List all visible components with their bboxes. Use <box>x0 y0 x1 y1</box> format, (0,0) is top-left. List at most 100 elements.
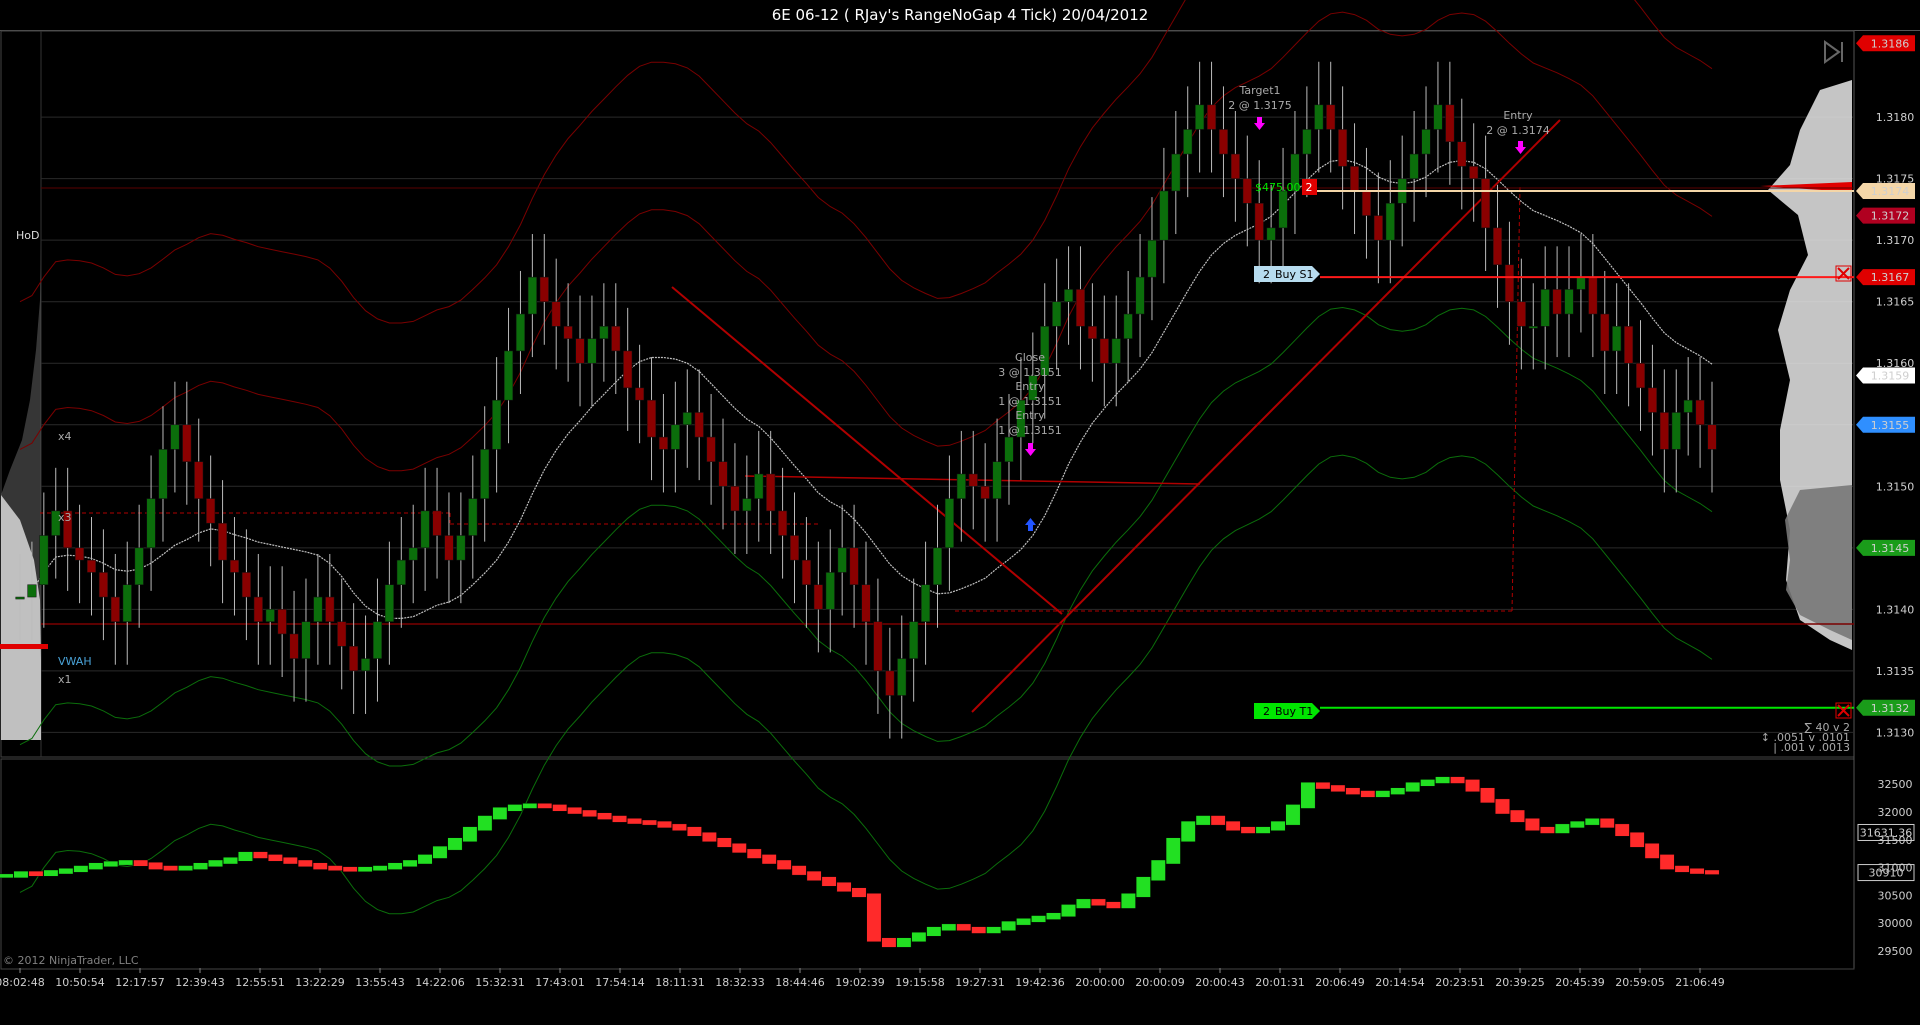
hod-label: HoD <box>16 229 39 242</box>
indicator-bar <box>297 859 313 867</box>
indicator-bar <box>746 848 762 859</box>
candle-body <box>86 559 97 573</box>
candle-body <box>575 338 585 364</box>
candle-body <box>980 486 990 499</box>
trendline-up[interactable] <box>971 119 1561 713</box>
close-icon <box>1837 704 1850 717</box>
indicator-bar <box>1510 809 1525 823</box>
x-tick-label: 19:27:31 <box>955 976 1004 989</box>
indicator-bar <box>672 823 687 831</box>
candle-body <box>194 461 204 499</box>
x-tick-label: 20:01:31 <box>1255 976 1304 989</box>
pnl-label: $475.00 <box>1255 181 1301 194</box>
indicator-bar <box>1165 837 1181 865</box>
indicator-bar <box>1420 779 1436 787</box>
indicator-bar <box>657 820 672 829</box>
indicator-bar <box>372 865 388 871</box>
upper-band <box>19 11 1713 472</box>
trendline-down[interactable] <box>671 286 1063 615</box>
candle-body <box>1528 326 1538 329</box>
buy-t1-label: Buy T1 <box>1275 705 1313 718</box>
x-tick-label: 15:32:31 <box>475 976 524 989</box>
x-tick-label: 18:44:46 <box>775 976 824 989</box>
candle-body <box>1242 178 1252 204</box>
close-title: Close <box>1015 351 1045 364</box>
indicator-bar <box>282 857 298 865</box>
candle-body <box>1433 104 1443 130</box>
indicator-bar <box>507 804 523 812</box>
indicator-bar <box>1360 790 1376 798</box>
candle-body <box>909 621 919 659</box>
indicator-bar <box>148 862 164 870</box>
candle-body <box>1135 276 1145 315</box>
x-tick-label: 20:00:00 <box>1075 976 1124 989</box>
candle-body <box>1087 326 1097 339</box>
candle-body <box>253 596 263 622</box>
indicator-bar <box>13 870 29 879</box>
chart-canvas[interactable]: 1.3130 1.3135 1.3140 1.3145 1.3150 1.3155 1.31… <box>0 0 1920 1024</box>
indicator-bar <box>1031 915 1046 923</box>
candle-body <box>1445 104 1455 142</box>
candle-body <box>611 326 621 352</box>
candle-body <box>670 424 680 450</box>
candle-body <box>1099 338 1109 364</box>
price-marker-label: 1.3167 <box>1871 271 1910 284</box>
stats-line-3: | .001 v .0013 <box>1773 741 1850 754</box>
candle-body <box>39 535 49 585</box>
indicator-bar <box>133 859 149 867</box>
candle-body <box>1707 424 1717 450</box>
candle-body <box>1195 104 1205 130</box>
candle-body <box>742 498 752 512</box>
indicator-bar <box>208 859 223 867</box>
entry2-title: Entry <box>1015 409 1045 422</box>
indicator-bar <box>1091 898 1106 906</box>
candle-body <box>1588 276 1598 315</box>
target-detail: 2 @ 1.3175 <box>1228 99 1291 112</box>
candle-body <box>1302 129 1312 155</box>
x-tick-label: 13:55:43 <box>355 976 404 989</box>
indicator-bar <box>761 854 777 865</box>
indicator-tick-label: 29500 <box>1878 945 1913 958</box>
candle-body <box>1278 190 1288 229</box>
x1-label: x1 <box>58 673 72 686</box>
indicator-bar <box>223 857 238 865</box>
indicator-bar <box>1016 918 1031 926</box>
candle-body <box>27 584 37 598</box>
x3-label: x3 <box>58 511 72 524</box>
indicator-bar <box>986 926 1002 934</box>
indicator-bar <box>1480 787 1495 804</box>
candle-body <box>444 535 454 561</box>
indicator-bar <box>357 866 373 872</box>
indicator-bar <box>1345 787 1361 795</box>
price-marker-label: 1.3186 <box>1871 37 1910 50</box>
order-lines <box>1317 189 1854 709</box>
indicator-bar <box>1001 920 1017 931</box>
indicator-bar <box>731 843 747 854</box>
candle-body <box>1695 399 1705 426</box>
y-tick-label: 1.3180 <box>1876 111 1915 124</box>
candle-body <box>1683 399 1693 413</box>
candle-body <box>515 313 525 352</box>
candle-body <box>1612 326 1622 352</box>
candle-body <box>420 510 430 549</box>
entry1-detail: 1 @ 1.3151 <box>998 395 1061 408</box>
indicator-bar <box>238 851 253 862</box>
candle-body <box>885 670 895 696</box>
candle-body <box>1254 203 1264 241</box>
candle-body <box>1064 289 1074 302</box>
candle-body <box>110 596 120 622</box>
candle-body <box>849 547 859 585</box>
candle-body <box>265 609 275 622</box>
vwap-marker <box>0 644 48 649</box>
lower-band-2 <box>19 454 1713 915</box>
indicator-bar <box>806 870 822 881</box>
candle-body <box>718 461 728 487</box>
candle-body <box>801 559 811 585</box>
indicator-bar <box>477 815 493 831</box>
indicator-bar <box>1659 854 1675 870</box>
candle-body <box>158 449 168 499</box>
play-end-icon[interactable] <box>1824 40 1843 64</box>
candle-body <box>337 621 347 647</box>
indicator-bar <box>687 826 702 837</box>
indicator-panel-border <box>0 758 1855 970</box>
